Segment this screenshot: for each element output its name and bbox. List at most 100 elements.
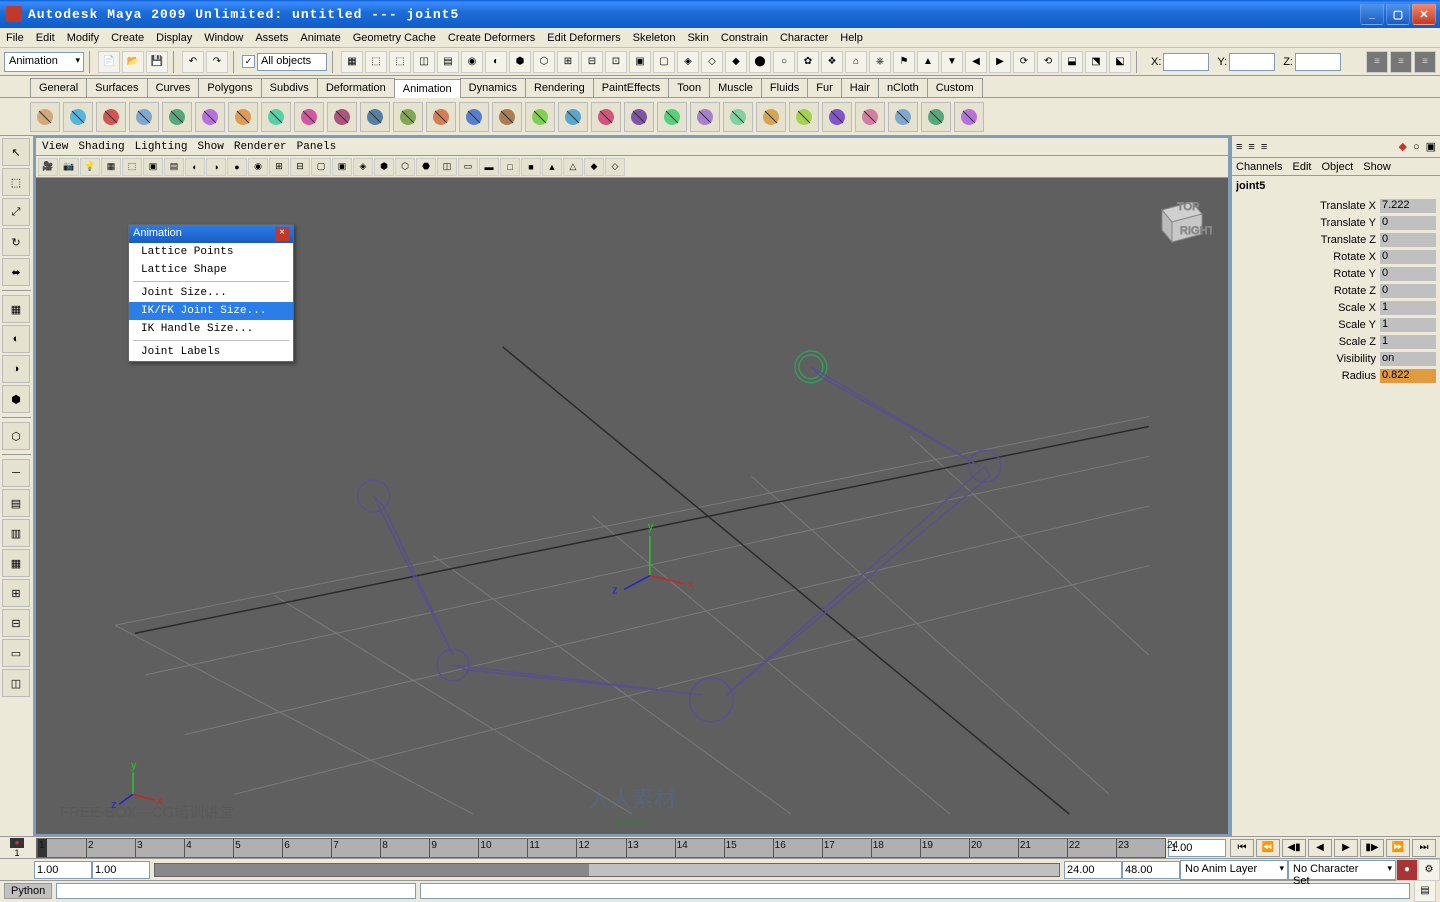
status-icon[interactable]: ✿ [797,51,819,73]
sel-mask-field[interactable]: All objects [257,53,327,71]
shelf-icon[interactable] [690,102,720,132]
status-icon[interactable]: ⊞ [557,51,579,73]
prev-key-button[interactable]: ◀▮ [1282,839,1306,857]
shelf-icon[interactable] [129,102,159,132]
shelf-tab-ncloth[interactable]: nCloth [878,78,928,97]
menu-display[interactable]: Display [156,32,192,44]
menu-window[interactable]: Window [204,32,243,44]
menu-skeleton[interactable]: Skeleton [633,32,676,44]
menu-item[interactable]: Lattice Points [129,243,293,261]
status-icon[interactable]: ▶ [989,51,1011,73]
prefs-button[interactable]: ⚙ [1418,859,1440,881]
step-forward-button[interactable]: ⏩ [1386,839,1410,857]
shelf-tab-muscle[interactable]: Muscle [709,78,762,97]
status-icon[interactable]: ▼ [941,51,963,73]
panel-menu-renderer[interactable]: Renderer [234,141,287,153]
shelf-tab-fluids[interactable]: Fluids [761,78,808,97]
status-icon[interactable]: ◫ [413,51,435,73]
attr-value[interactable]: 0.822 [1380,369,1436,383]
tool-icon[interactable]: ◫ [2,669,30,697]
shelf-tab-hair[interactable]: Hair [841,78,879,97]
tool-icon[interactable]: ─ [2,459,30,487]
panel-icon[interactable]: 📷 [59,158,79,176]
tool-icon[interactable]: ▭ [2,639,30,667]
attr-row[interactable]: Translate Z0 [1236,232,1436,248]
shelf-icon[interactable] [954,102,984,132]
status-icon[interactable]: ◀ [965,51,987,73]
panel-icon[interactable]: ▢ [311,158,331,176]
attr-value[interactable]: 0 [1380,284,1436,298]
anim-layer-dropdown[interactable]: No Anim Layer [1180,860,1288,880]
panel-menu-lighting[interactable]: Lighting [135,141,188,153]
menu-help[interactable]: Help [840,32,863,44]
panel-menu-show[interactable]: Show [197,141,223,153]
shelf-icon[interactable] [360,102,390,132]
panel-icon[interactable]: ▭ [458,158,478,176]
status-icon[interactable]: ▢ [653,51,675,73]
range-slider[interactable]: No Anim Layer No Character Set ● ⚙ [0,858,1440,880]
ch-icon[interactable]: ≡ [1236,141,1242,153]
panel-menu-view[interactable]: View [42,141,68,153]
play-start-field[interactable] [92,861,150,879]
tool-icon[interactable]: ⊟ [2,609,30,637]
shelf-icon[interactable] [822,102,852,132]
shelf-icon[interactable] [624,102,654,132]
menu-edit-deformers[interactable]: Edit Deformers [547,32,620,44]
shelf-tab-surfaces[interactable]: Surfaces [86,78,147,97]
tool-icon[interactable]: ◑ [2,355,30,383]
menu-create-deformers[interactable]: Create Deformers [448,32,535,44]
panel-icon[interactable]: 💡 [80,158,100,176]
layout-icon2[interactable]: ≡ [1390,51,1412,73]
panel-icon[interactable]: ◉ [248,158,268,176]
attr-row[interactable]: Visibilityon [1236,351,1436,367]
panel-icon[interactable]: ⊞ [269,158,289,176]
shelf-icon[interactable] [327,102,357,132]
main-menubar[interactable]: FileEditModifyCreateDisplayWindowAssetsA… [0,28,1440,48]
panel-icon[interactable]: ◑ [206,158,226,176]
menu-item[interactable]: IK/FK Joint Size... [129,302,293,320]
tool-icon[interactable]: ▦ [2,549,30,577]
shelf-icon[interactable] [30,102,60,132]
shelf-tab-painteffects[interactable]: PaintEffects [593,78,670,97]
attr-row[interactable]: Rotate Y0 [1236,266,1436,282]
panel-icon[interactable]: ◆ [584,158,604,176]
next-key-button[interactable]: ▮▶ [1360,839,1384,857]
goto-end-button[interactable]: ⏭ [1412,839,1436,857]
goto-start-button[interactable]: ⏮ [1230,839,1254,857]
shelf-icon[interactable] [393,102,423,132]
panel-icon[interactable]: ⬣ [416,158,436,176]
attr-value[interactable]: on [1380,352,1436,366]
layout-icon3[interactable]: ≡ [1414,51,1436,73]
menu-assets[interactable]: Assets [255,32,288,44]
attr-row[interactable]: Rotate X0 [1236,249,1436,265]
panel-icon[interactable]: ▲ [542,158,562,176]
menu-character[interactable]: Character [780,32,828,44]
tool-icon[interactable]: ↻ [2,228,30,256]
shelf-icon[interactable] [657,102,687,132]
shelf-tab-dynamics[interactable]: Dynamics [460,78,526,97]
shelf-icon[interactable] [459,102,489,132]
ch-icon[interactable]: ◆ [1398,140,1406,153]
attr-row[interactable]: Rotate Z0 [1236,283,1436,299]
x-field[interactable] [1163,53,1209,71]
status-icon[interactable]: ⬡ [533,51,555,73]
y-field[interactable] [1229,53,1275,71]
tool-icon[interactable]: ⤢ [2,198,30,226]
redo-icon[interactable]: ↷ [206,51,228,73]
attr-row[interactable]: Translate Y0 [1236,215,1436,231]
ch-icon[interactable]: ≡ [1261,141,1267,153]
attr-value[interactable]: 1 [1380,301,1436,315]
shelf-tab-custom[interactable]: Custom [927,78,983,97]
step-back-button[interactable]: ⏪ [1256,839,1280,857]
play-button[interactable]: ▶ [1334,839,1358,857]
shelf-icon[interactable] [228,102,258,132]
maximize-button[interactable]: ▢ [1386,3,1410,25]
status-icon[interactable]: ⬢ [509,51,531,73]
shelf-icon[interactable] [63,102,93,132]
shelf-icon[interactable] [96,102,126,132]
play-end-field[interactable] [1064,861,1122,879]
new-scene-icon[interactable]: 📄 [98,51,120,73]
status-icon[interactable]: ⊡ [605,51,627,73]
shelf-icon[interactable] [558,102,588,132]
ch-icon[interactable]: ≡ [1248,141,1254,153]
